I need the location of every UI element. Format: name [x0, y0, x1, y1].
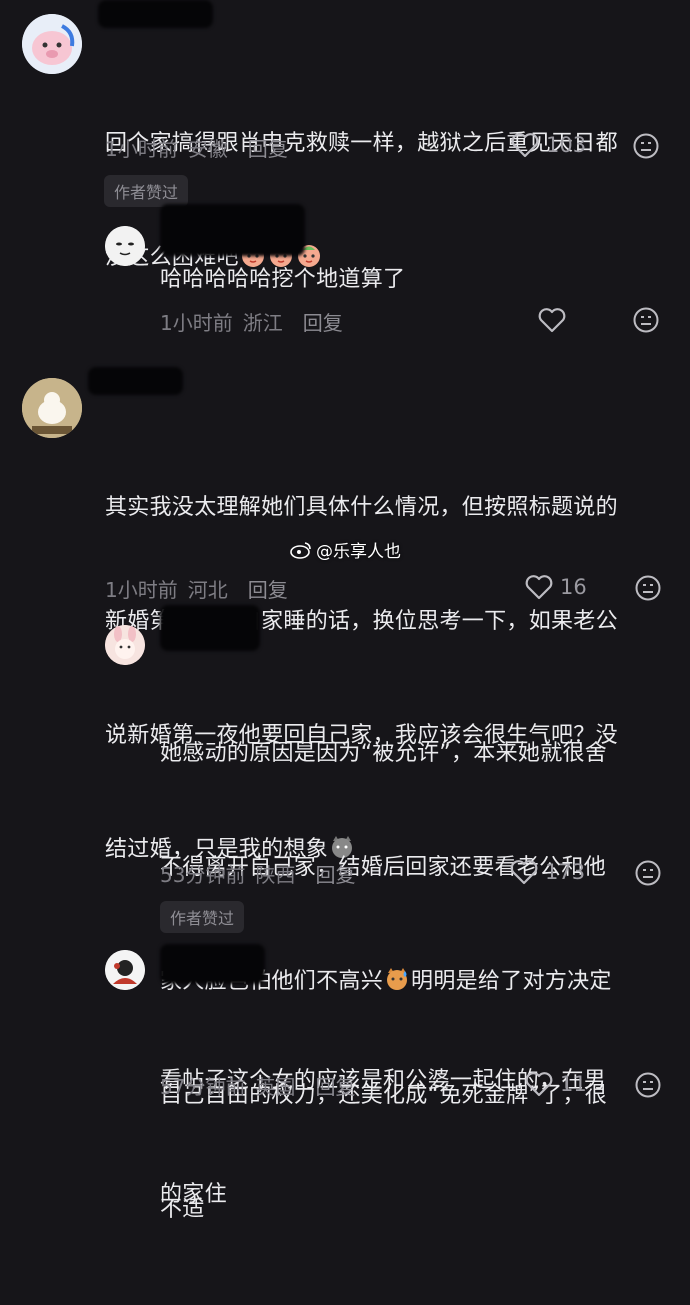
comment-location: 安徽	[187, 137, 228, 161]
meh-face-icon[interactable]	[635, 575, 661, 601]
avatar[interactable]	[22, 378, 82, 438]
like-button[interactable]: 173	[509, 858, 585, 886]
comment-location: 浙江	[242, 311, 283, 335]
heart-outline-icon	[525, 1072, 553, 1097]
comment-text-line: 其实我没太理解她们具体什么情况，但按照标题说的	[105, 495, 618, 520]
face-avatar-icon	[105, 226, 145, 266]
avatar[interactable]	[105, 625, 145, 665]
comment-meta: 1小时前 安徽 回复	[105, 133, 288, 162]
heart-outline-icon	[511, 133, 539, 158]
heart-outline-icon	[510, 860, 538, 885]
bunny-avatar-icon	[105, 625, 145, 665]
comment-time: 1小时前	[105, 578, 178, 602]
redacted-username	[88, 367, 183, 395]
reply-button[interactable]: 回复	[248, 133, 288, 162]
comment-meta: 1小时前 浙江 回复	[160, 307, 343, 336]
author-liked-badge: 作者赞过	[104, 175, 189, 207]
like-button[interactable]	[537, 306, 567, 334]
photo-avatar-icon	[22, 378, 82, 438]
weibo-logo-icon	[290, 541, 311, 559]
author-liked-badge: 作者赞过	[160, 901, 245, 933]
avatar[interactable]	[105, 950, 145, 990]
reply-button[interactable]: 回复	[315, 859, 355, 888]
comment-meta: 57分钟前 英国 回复	[160, 1071, 355, 1100]
like-button[interactable]: 16	[524, 573, 587, 601]
heart-outline-icon	[525, 575, 553, 600]
redacted-username	[98, 0, 213, 28]
comment-time: 1小时前	[105, 137, 178, 161]
reply-button[interactable]: 回复	[248, 574, 288, 603]
meh-face-icon[interactable]	[633, 133, 659, 159]
comment-text-line: 她感动的原因是因为“被允许”，本来她就很舍	[160, 741, 608, 766]
meh-face-icon[interactable]	[633, 307, 659, 333]
like-button[interactable]: 103	[510, 131, 586, 159]
comment-location: 英国	[255, 1075, 296, 1099]
comment-text: 看帖子这个女的应该是和公婆一起住的，在男 的家住	[160, 986, 675, 1290]
weibo-watermark: @乐享人也	[290, 537, 401, 562]
comment-location: 河北	[187, 578, 228, 602]
avatar[interactable]	[22, 14, 82, 74]
comment-meta: 53分钟前 陕西 回复	[160, 859, 355, 888]
comment-text: 哈哈哈哈哈挖个地道算了	[160, 267, 406, 292]
redacted-username	[160, 605, 260, 651]
heart-outline-icon	[538, 308, 566, 333]
character-avatar-icon	[105, 950, 145, 990]
meh-face-icon[interactable]	[635, 1072, 661, 1098]
like-count: 11	[560, 1072, 587, 1096]
watermark-text: @乐享人也	[316, 542, 401, 562]
comment-time: 53分钟前	[160, 863, 246, 887]
redacted-username	[160, 944, 265, 984]
reply-button[interactable]: 回复	[303, 307, 343, 336]
avatar[interactable]	[105, 226, 145, 266]
comment-text-line: 的家住	[160, 1182, 227, 1207]
comment-time: 1小时前	[160, 311, 233, 335]
redacted-username	[160, 204, 305, 256]
comment-time: 57分钟前	[160, 1075, 246, 1099]
reply-button[interactable]: 回复	[315, 1071, 355, 1100]
comment-location: 陕西	[255, 863, 296, 887]
like-button[interactable]: 11	[524, 1070, 587, 1098]
pig-avatar-icon	[22, 14, 82, 74]
like-count: 173	[545, 860, 586, 884]
like-count: 103	[546, 133, 587, 157]
like-count: 16	[560, 575, 587, 599]
comment-meta: 1小时前 河北 回复	[105, 574, 288, 603]
meh-face-icon[interactable]	[635, 860, 661, 886]
